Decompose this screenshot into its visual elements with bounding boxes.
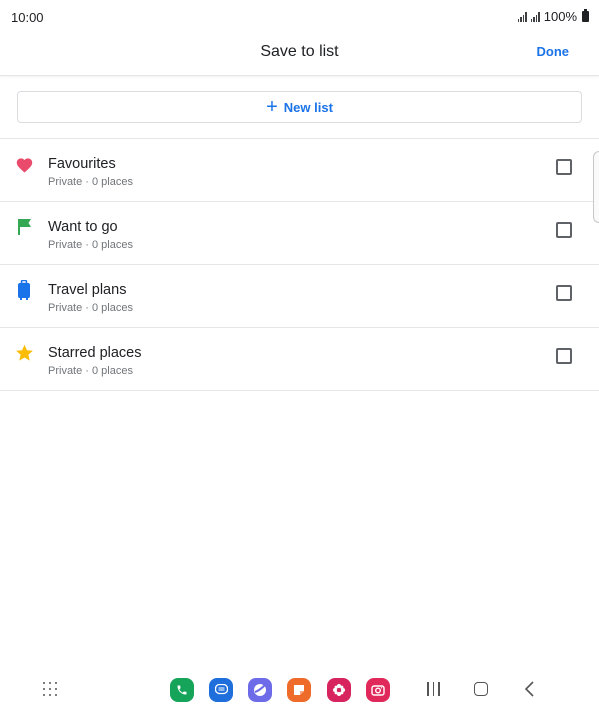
list-title: Starred places — [48, 345, 142, 361]
suitcase-icon — [14, 280, 34, 300]
navigation-bar — [0, 668, 599, 720]
page-title: Save to list — [260, 43, 339, 60]
phone-app-icon[interactable] — [170, 678, 194, 702]
battery-icon — [582, 9, 589, 22]
list-item-travel-plans[interactable]: Travel plans Private · 0 places — [0, 265, 599, 328]
list-item-favourites[interactable]: Favourites Private · 0 places — [0, 139, 599, 202]
list-checkbox[interactable] — [556, 222, 572, 238]
new-list-button[interactable]: + New list — [17, 91, 582, 123]
edge-panel-handle[interactable] — [593, 151, 599, 223]
star-icon — [14, 343, 34, 363]
flag-icon — [14, 217, 34, 237]
list-checkbox[interactable] — [556, 159, 572, 175]
list-item-want-to-go[interactable]: Want to go Private · 0 places — [0, 202, 599, 265]
status-indicators: 100% — [517, 9, 589, 24]
battery-percent: 100% — [543, 9, 577, 24]
list-checkbox[interactable] — [556, 348, 572, 364]
list-item-starred-places[interactable]: Starred places Private · 0 places — [0, 328, 599, 391]
app-bar: Save to list Done — [0, 34, 599, 76]
heart-icon — [14, 154, 34, 174]
recents-button[interactable] — [427, 682, 440, 696]
list-subtitle: Private · 0 places — [48, 365, 133, 377]
notes-app-icon[interactable] — [287, 678, 311, 702]
list-checkbox[interactable] — [556, 285, 572, 301]
gallery-app-icon[interactable] — [327, 678, 351, 702]
list-title: Favourites — [48, 156, 116, 172]
list-subtitle: Private · 0 places — [48, 176, 133, 188]
status-bar: 10:00 100% — [0, 0, 599, 34]
signal-icon — [530, 11, 540, 22]
new-list-label: New list — [283, 99, 333, 115]
app-drawer-icon[interactable] — [43, 682, 59, 698]
saved-lists: Favourites Private · 0 places Want to go… — [0, 139, 599, 391]
home-button[interactable] — [474, 682, 488, 696]
list-title: Travel plans — [48, 282, 127, 298]
status-time: 10:00 — [11, 10, 44, 25]
list-subtitle: Private · 0 places — [48, 302, 133, 314]
back-button[interactable] — [523, 680, 537, 698]
signal-icon — [517, 11, 527, 22]
list-subtitle: Private · 0 places — [48, 239, 133, 251]
messages-app-icon[interactable] — [209, 678, 233, 702]
camera-app-icon[interactable] — [366, 678, 390, 702]
internet-app-icon[interactable] — [248, 678, 272, 702]
list-title: Want to go — [48, 219, 118, 235]
plus-icon: + — [266, 96, 278, 118]
done-button[interactable]: Done — [537, 44, 570, 59]
